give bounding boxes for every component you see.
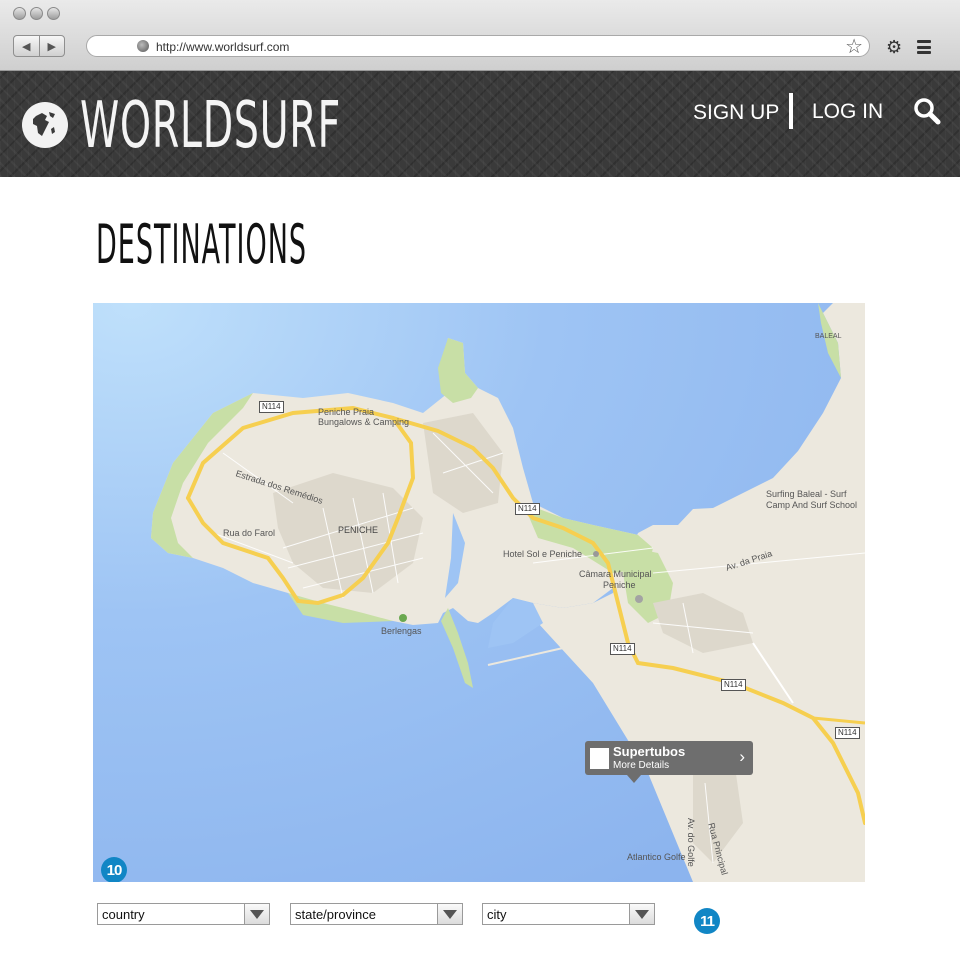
location-title: Supertubos <box>613 744 686 759</box>
url-text: http://www.worldsurf.com <box>156 40 290 54</box>
map-label: Rua do Farol <box>223 528 276 538</box>
chevron-down-icon[interactable] <box>437 904 462 924</box>
state-select-value: state/province <box>295 907 376 922</box>
site-header: WORLDSURF SIGN UP LOG IN <box>0 71 960 177</box>
city-select-value: city <box>487 907 507 922</box>
chevron-right-icon[interactable]: › <box>739 747 745 767</box>
globe-icon <box>137 40 149 52</box>
signup-link[interactable]: SIGN UP <box>693 101 779 125</box>
annotation-badge: 11 <box>694 908 720 934</box>
state-select[interactable]: state/province <box>290 903 463 925</box>
location-infobox[interactable]: Supertubos More Details › <box>585 741 753 783</box>
back-button[interactable]: ◀ <box>14 36 39 56</box>
bookmark-star-icon[interactable]: ☆ <box>845 34 863 59</box>
map-label: Camp And Surf School <box>766 500 858 510</box>
map-label: PENICHE <box>338 525 379 535</box>
road-shield: N114 <box>721 679 746 691</box>
map-label: Av. do Golfe <box>686 818 696 867</box>
map-label: Peniche <box>603 580 636 590</box>
gear-icon[interactable]: ⚙ <box>886 38 902 56</box>
country-select-value: country <box>102 907 145 922</box>
window-zoom-button[interactable] <box>47 7 60 20</box>
chevron-down-icon[interactable] <box>629 904 654 924</box>
forward-button[interactable]: ▶ <box>38 36 65 56</box>
city-select[interactable]: city <box>482 903 655 925</box>
map-label: Berlengas <box>381 626 422 636</box>
road-shield: N114 <box>259 401 284 413</box>
map-label: Surfing Baleal - Surf <box>766 489 847 499</box>
menu-icon[interactable] <box>917 40 931 54</box>
map-canvas <box>93 303 865 882</box>
map-label: Atlantico Golfe <box>627 852 686 862</box>
brand-logo-text[interactable]: WORLDSURF <box>80 91 341 161</box>
browser-chrome: ◀ ▶ http://www.worldsurf.com ☆ ⚙ <box>0 0 960 71</box>
search-icon[interactable] <box>912 97 942 127</box>
login-link[interactable]: LOG IN <box>812 100 883 124</box>
more-details-link[interactable]: More Details <box>613 760 669 771</box>
road-shield: N114 <box>515 503 540 515</box>
header-divider <box>789 93 793 129</box>
address-bar[interactable]: http://www.worldsurf.com ☆ <box>86 34 870 59</box>
globe-logo-icon[interactable] <box>22 102 68 148</box>
chevron-down-icon[interactable] <box>244 904 269 924</box>
location-thumbnail <box>590 748 609 769</box>
window-close-button[interactable] <box>13 7 26 20</box>
nav-buttons: ◀ ▶ <box>13 35 65 57</box>
country-select[interactable]: country <box>97 903 270 925</box>
road-shield: N114 <box>610 643 635 655</box>
map-label: Câmara Municipal <box>579 569 652 579</box>
window-minimize-button[interactable] <box>30 7 43 20</box>
destinations-map[interactable]: N114 N114 N114 N114 N114 Peniche Praia B… <box>93 303 865 882</box>
page-title: DESTINATIONS <box>96 213 308 276</box>
map-label: Bungalows & Camping <box>318 417 410 427</box>
annotation-badge: 10 <box>101 857 127 882</box>
map-label: Hotel Sol e Peniche <box>503 549 583 559</box>
road-shield: N114 <box>835 727 860 739</box>
map-label: Peniche Praia <box>318 407 375 417</box>
map-label: BALEAL <box>815 333 842 340</box>
